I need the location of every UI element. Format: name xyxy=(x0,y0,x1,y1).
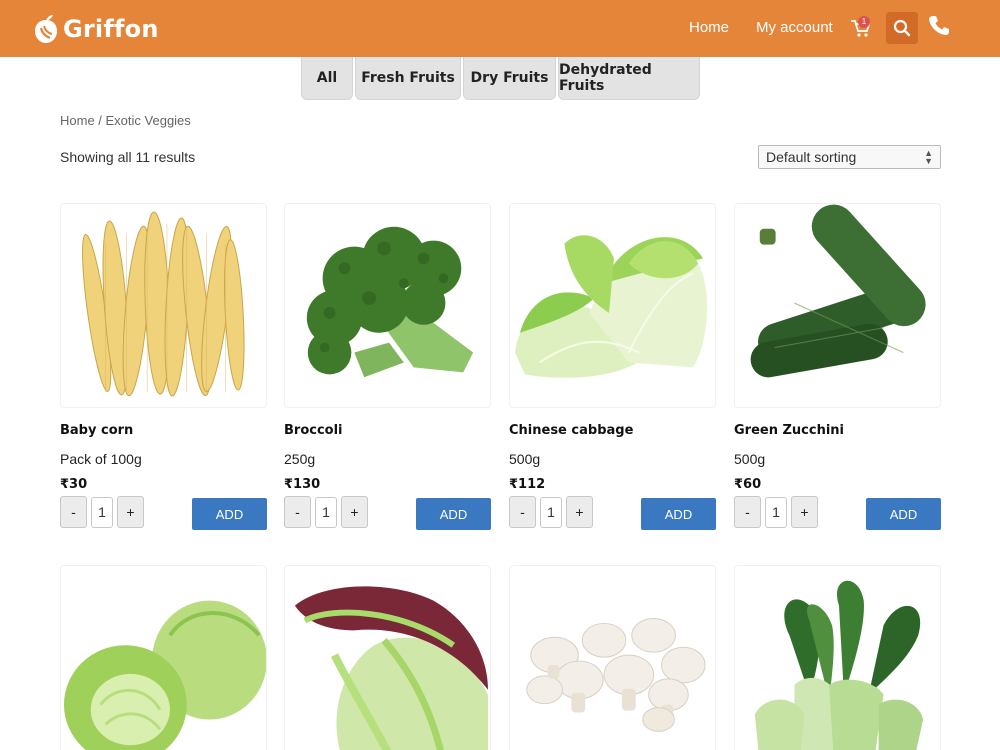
iceberg-lettuce-image xyxy=(63,600,266,750)
baby-corn-image xyxy=(82,211,245,397)
tab-dry-fruits[interactable]: Dry Fruits xyxy=(463,57,556,100)
qty-decrease-button[interactable]: - xyxy=(284,496,311,528)
product-weight: 250g xyxy=(284,451,316,467)
product-weight: 500g xyxy=(734,451,766,467)
logo-icon xyxy=(35,15,57,43)
qty-decrease-button[interactable]: - xyxy=(734,496,761,528)
qty-increase-button[interactable]: + xyxy=(791,496,818,528)
product-weight: 500g xyxy=(509,451,541,467)
qty-input[interactable]: 1 xyxy=(315,496,337,528)
tab-all[interactable]: All xyxy=(301,57,353,100)
product-image[interactable] xyxy=(60,565,267,750)
product-image[interactable] xyxy=(509,203,716,408)
lollo-rosso-lettuce-image xyxy=(294,586,489,750)
quantity-stepper: - 1 + xyxy=(284,496,368,528)
qty-decrease-button[interactable]: - xyxy=(509,496,536,528)
product-image[interactable] xyxy=(284,565,491,750)
nav-account-link[interactable]: My account xyxy=(756,19,833,36)
tab-dehydrated-fruits[interactable]: Dehydrated Fruits xyxy=(558,57,700,100)
qty-input[interactable]: 1 xyxy=(765,496,787,528)
product-name[interactable]: Chinese cabbage xyxy=(509,423,633,438)
product-card: Chinese cabbage 500g ₹112 - 1 + ADD xyxy=(509,203,716,530)
product-card xyxy=(284,565,491,750)
brand-name: Griffon xyxy=(63,15,159,43)
product-card xyxy=(60,565,267,750)
product-price: ₹112 xyxy=(509,477,546,492)
qty-increase-button[interactable]: + xyxy=(341,496,368,528)
product-image[interactable] xyxy=(60,203,267,408)
search-button[interactable] xyxy=(886,12,918,44)
product-card: Baby corn Pack of 100g ₹30 - 1 + ADD xyxy=(60,203,267,530)
quantity-stepper: - 1 + xyxy=(509,496,593,528)
broccoli-image xyxy=(306,226,474,378)
product-card xyxy=(734,565,941,750)
product-name[interactable]: Broccoli xyxy=(284,423,343,438)
category-tabs: All Fresh Fruits Dry Fruits Dehydrated F… xyxy=(301,57,702,100)
tab-fresh-fruits[interactable]: Fresh Fruits xyxy=(355,57,461,100)
chinese-cabbage-image xyxy=(514,235,708,378)
search-icon xyxy=(893,19,911,37)
sort-selected-value: Default sorting xyxy=(766,149,857,165)
product-price: ₹30 xyxy=(60,477,88,492)
product-card: Broccoli 250g ₹130 - 1 + ADD xyxy=(284,203,491,530)
quantity-stepper: - 1 + xyxy=(60,496,144,528)
product-weight: Pack of 100g xyxy=(60,451,142,467)
add-to-cart-button[interactable]: ADD xyxy=(192,498,267,530)
product-card xyxy=(509,565,716,750)
sort-select[interactable]: Default sorting ▲ ▼ xyxy=(758,145,941,169)
cart-count-badge: 1 xyxy=(858,16,870,28)
qty-increase-button[interactable]: + xyxy=(566,496,593,528)
add-to-cart-button[interactable]: ADD xyxy=(416,498,491,530)
product-name[interactable]: Green Zucchini xyxy=(734,423,844,438)
product-image[interactable] xyxy=(509,565,716,750)
product-price: ₹130 xyxy=(284,477,321,492)
chevron-updown-icon: ▲ ▼ xyxy=(924,148,933,166)
mushrooms-image xyxy=(526,617,706,732)
qty-input[interactable]: 1 xyxy=(91,496,113,528)
product-image[interactable] xyxy=(284,203,491,408)
qty-increase-button[interactable]: + xyxy=(117,496,144,528)
bok-choy-image xyxy=(754,580,924,750)
qty-input[interactable]: 1 xyxy=(540,496,562,528)
product-card: Green Zucchini 500g ₹60 - 1 + ADD xyxy=(734,203,941,530)
product-image[interactable] xyxy=(734,203,941,408)
results-count: Showing all 11 results xyxy=(60,149,196,165)
site-header: Griffon Home My account 1 xyxy=(0,0,1000,57)
phone-icon[interactable] xyxy=(928,14,950,36)
product-image[interactable] xyxy=(734,565,941,750)
breadcrumb[interactable]: Home / Exotic Veggies xyxy=(60,113,191,128)
nav-home-link[interactable]: Home xyxy=(689,19,729,36)
product-price: ₹60 xyxy=(734,477,762,492)
quantity-stepper: - 1 + xyxy=(734,496,818,528)
product-name[interactable]: Baby corn xyxy=(60,423,133,438)
qty-decrease-button[interactable]: - xyxy=(60,496,87,528)
logo[interactable]: Griffon xyxy=(33,12,159,46)
zucchini-image xyxy=(750,204,926,378)
add-to-cart-button[interactable]: ADD xyxy=(641,498,716,530)
add-to-cart-button[interactable]: ADD xyxy=(866,498,941,530)
